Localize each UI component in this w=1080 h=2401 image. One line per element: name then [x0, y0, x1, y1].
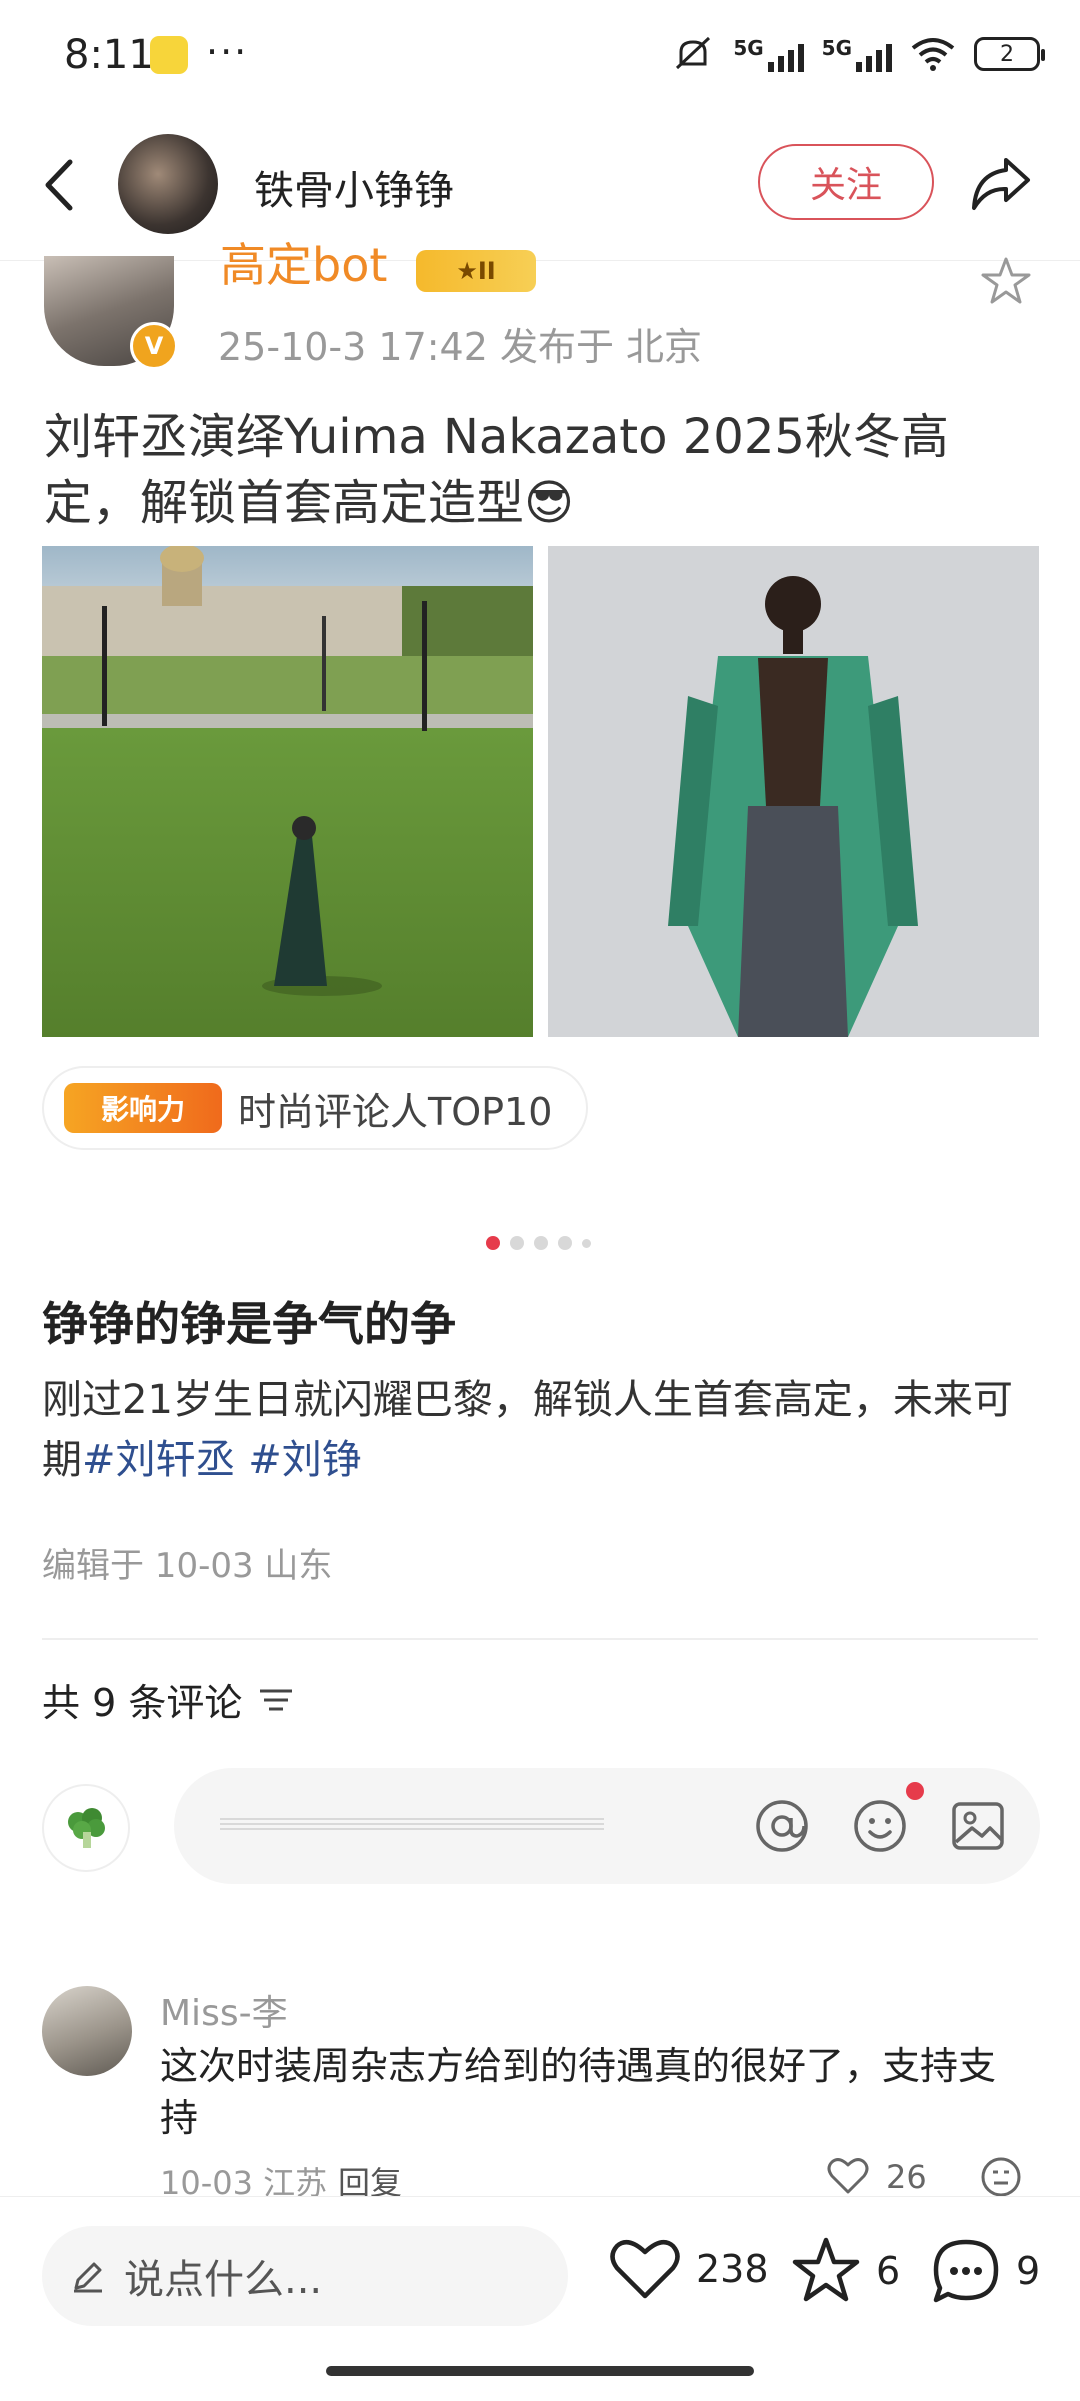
pencil-icon	[74, 2262, 102, 2293]
carousel-dot	[510, 1236, 524, 1250]
comment-more-icon[interactable]	[980, 2156, 1022, 2198]
quoted-post-text: 刘轩丞演绎Yuima Nakazato 2025秋冬高定，解锁首套高定造型😎	[44, 409, 949, 531]
post-image-2[interactable]	[548, 546, 1039, 1037]
hashtag-link[interactable]: #刘铮	[236, 1437, 362, 1483]
influence-badge: 影响力	[64, 1083, 222, 1133]
comment-like-count: 26	[886, 2158, 927, 2196]
battery-icon: 2	[974, 37, 1045, 71]
say-something-input[interactable]: 说点什么...	[42, 2226, 568, 2326]
app-notification-icon	[150, 36, 188, 74]
post-image-1[interactable]	[42, 546, 533, 1037]
network-5g-1: 5G	[733, 36, 764, 60]
like-button[interactable]: 238	[608, 2236, 769, 2302]
divider	[42, 1638, 1038, 1640]
status-icons: 5G 5G 2	[671, 34, 1045, 74]
heart-icon	[610, 2239, 680, 2299]
favorite-button[interactable]: 6	[790, 2236, 900, 2306]
status-bar: 8:11 ··· 5G 5G 2	[0, 0, 1080, 120]
influence-text: 时尚评论人TOP10	[238, 1089, 553, 1134]
author-avatar[interactable]	[118, 134, 218, 234]
level-text: II	[477, 257, 496, 285]
verified-badge-icon: V	[130, 322, 178, 370]
comment-count: 9	[1016, 2249, 1041, 2293]
comments-count: 共 9 条评论	[42, 1681, 243, 1725]
level-badge: ★ II	[416, 250, 536, 292]
signal-icon	[767, 36, 804, 72]
hashtag-link[interactable]: #刘轩丞	[82, 1437, 236, 1483]
back-arrow-icon[interactable]	[36, 150, 86, 220]
quoted-post-meta: 25-10-3 17:42 发布于 北京	[218, 325, 703, 369]
carousel-dot	[582, 1238, 591, 1248]
comment-button[interactable]: 9	[930, 2236, 1040, 2306]
more-notifications-icon: ···	[206, 30, 249, 74]
emoji-icon[interactable]	[850, 1796, 910, 1856]
author-name[interactable]: 铁骨小铮铮	[254, 158, 454, 216]
mute-icon	[676, 36, 711, 70]
comment-like-icon[interactable]	[826, 2156, 870, 2196]
home-indicator[interactable]	[326, 2366, 754, 2376]
comment-bubble-icon	[933, 2239, 999, 2303]
carousel-dot	[558, 1236, 572, 1250]
status-time: 8:11	[64, 32, 154, 78]
comments-header: 共 9 条评论	[42, 1672, 294, 1727]
post-body: 刚过21岁生日就闪耀巴黎，解锁人生首套高定，未来可期#刘轩丞 #刘铮	[42, 1370, 1042, 1490]
image-upload-icon[interactable]	[948, 1796, 1008, 1856]
commenter-name[interactable]: Miss-李	[160, 1984, 288, 2036]
carousel-indicator	[486, 1236, 591, 1250]
mention-at-icon[interactable]	[752, 1796, 812, 1856]
quoted-author-name[interactable]: 高定bot	[220, 242, 387, 288]
favorite-count: 6	[876, 2249, 901, 2293]
like-count: 238	[696, 2247, 769, 2291]
notification-dot	[906, 1782, 924, 1800]
edit-info: 编辑于 10-03 山东	[42, 1546, 333, 1586]
wifi-icon	[911, 38, 955, 71]
carousel-dot	[534, 1236, 548, 1250]
follow-button[interactable]: 关注	[758, 144, 934, 220]
photo-runway-model	[548, 546, 1039, 1037]
say-something-placeholder: 说点什么...	[124, 2257, 323, 2303]
favorite-star-icon[interactable]	[978, 254, 1034, 310]
comment-input-placeholder	[220, 1818, 604, 1832]
carousel-dot-active	[486, 1236, 500, 1250]
post-title: 铮铮的铮是争气的争	[42, 1297, 456, 1351]
photo-lawn-scene	[42, 546, 533, 1037]
battery-level: 2	[1000, 41, 1014, 67]
network-5g-2: 5G	[821, 36, 852, 60]
commenter-avatar[interactable]	[42, 1986, 132, 2076]
broccoli-icon	[68, 1808, 105, 1848]
influence-tag[interactable]: 影响力 时尚评论人TOP10	[42, 1066, 588, 1150]
sort-filter-icon[interactable]	[258, 1685, 294, 1715]
comment-text: 这次时装周杂志方给到的待遇真的很好了，支持支持	[160, 2044, 997, 2140]
share-icon[interactable]	[966, 148, 1036, 218]
star-icon	[792, 2237, 860, 2302]
my-avatar[interactable]	[42, 1784, 130, 1872]
signal-icon-2	[856, 36, 892, 72]
